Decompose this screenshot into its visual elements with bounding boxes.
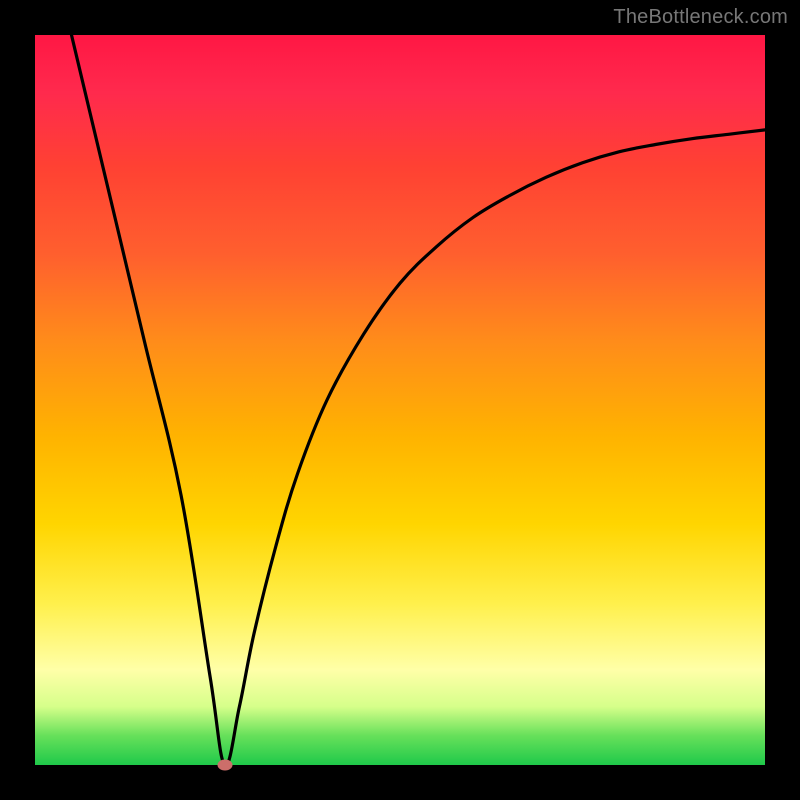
- bottleneck-curve: [35, 35, 765, 765]
- plot-area: [35, 35, 765, 765]
- minimum-marker: [217, 760, 232, 771]
- chart-frame: TheBottleneck.com: [0, 0, 800, 800]
- watermark-label: TheBottleneck.com: [613, 6, 788, 29]
